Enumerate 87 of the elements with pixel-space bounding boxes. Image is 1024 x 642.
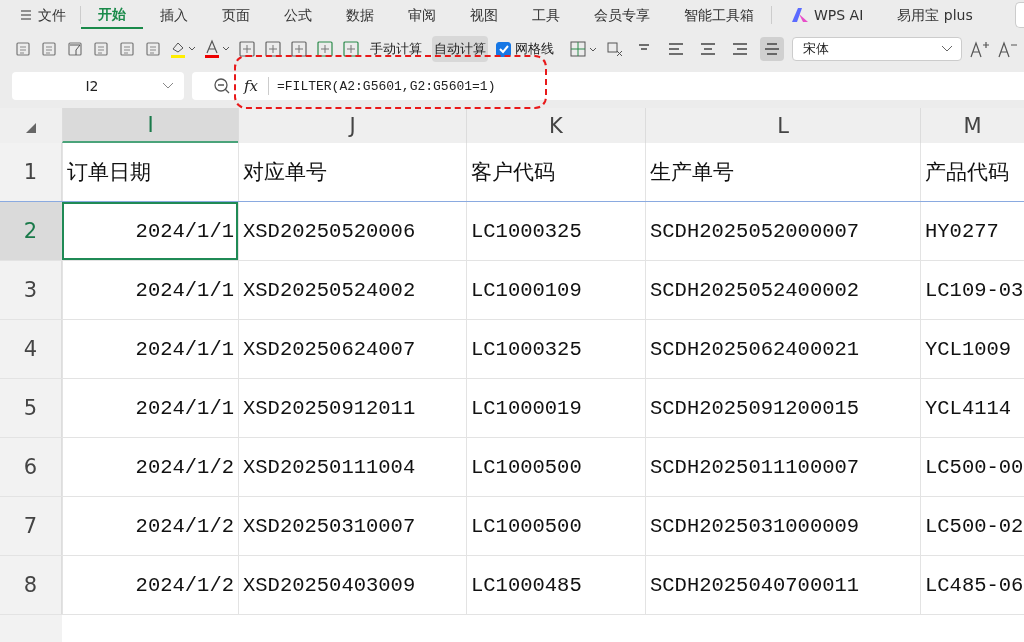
column-header[interactable]: M — [920, 108, 1024, 143]
table-grid-icon[interactable] — [570, 40, 598, 58]
table-cell-text: 订单日期 — [67, 161, 151, 186]
table-cell-text: 产品代码 — [925, 160, 1009, 186]
table-cell: HY0277 — [925, 219, 999, 243]
ai-logo-icon — [792, 8, 808, 22]
zoom-out-icon[interactable] — [214, 78, 230, 94]
ribbon-tab[interactable]: 视图 — [453, 1, 515, 29]
table-cell: 2024/1/2 — [135, 514, 234, 538]
table-cell: XSD20250624007 — [243, 337, 416, 361]
table-cell: 2024/1/1 — [135, 337, 234, 361]
table-cell: SCDH2025040700011 — [650, 573, 860, 597]
table-cell: LC500-00 — [925, 455, 1024, 479]
table-cell: YCL4114 — [925, 396, 1012, 420]
ribbon-tab[interactable]: 智能工具箱 — [667, 1, 771, 29]
ribbon-tab[interactable]: 数据 — [329, 1, 391, 29]
table-cell-text: 生产单号 — [650, 160, 734, 186]
file-menu[interactable]: 文件 — [20, 6, 81, 24]
table-cell: LC1000325 — [471, 337, 582, 361]
column-header[interactable]: K — [466, 108, 645, 143]
table-cell: XSD20250111004 — [243, 455, 416, 479]
table-cell: LC1000019 — [471, 396, 582, 420]
table-cell: LC1000109 — [471, 278, 582, 302]
auto-calculation-button[interactable]: 自动计算 — [432, 36, 488, 62]
table-cell: SCDH2025011100007 — [650, 455, 860, 479]
table-cell: 2024/1/1 — [135, 278, 234, 302]
table-style-icon[interactable] — [316, 40, 334, 58]
align-icon — [764, 42, 780, 56]
decrease-font-size-icon[interactable] — [998, 40, 1018, 58]
table-cell: SCDH2025062400021 — [650, 337, 860, 361]
align-icon — [700, 42, 716, 56]
table-cell: YCL1009 — [925, 337, 1012, 361]
ribbon-tab[interactable]: 开始 — [81, 1, 143, 29]
name-box[interactable]: I2 — [12, 72, 184, 100]
table-cell: SCDH2025091200015 — [650, 396, 860, 420]
menu-icon — [20, 10, 32, 20]
caret-icon — [941, 45, 953, 53]
row-header[interactable]: 2 — [0, 202, 62, 260]
ribbon-tab[interactable]: 会员专享 — [577, 1, 667, 29]
ribbon-tab[interactable]: 审阅 — [391, 1, 453, 29]
table-cell: XSD20250520006 — [243, 219, 416, 243]
table-cell: XSD20250524002 — [243, 278, 416, 302]
table-cell-text: 客户代码 — [471, 160, 555, 186]
table-cell: LC500-02 — [925, 514, 1024, 538]
font-color-icon[interactable] — [204, 39, 230, 59]
table-cell: SCDH2025052000007 — [650, 219, 860, 243]
function-button[interactable]: fx — [244, 77, 269, 95]
search-field[interactable] — [1015, 2, 1024, 28]
table-cell: XSD20250310007 — [243, 514, 416, 538]
align-icon — [732, 42, 748, 56]
ribbon-tab[interactable]: 页面 — [205, 1, 267, 29]
increase-font-size-icon[interactable] — [970, 40, 990, 58]
font-dropdown[interactable]: 宋体 — [792, 37, 962, 61]
table-cell: 2024/1/1 — [135, 396, 234, 420]
table-cell: LC109-03 — [925, 278, 1024, 302]
column-header[interactable]: L — [645, 108, 920, 143]
table-cell: 2024/1/1 — [135, 219, 234, 243]
table-cell: LC1000485 — [471, 573, 582, 597]
table-cell: SCDH2025031000009 — [650, 514, 860, 538]
ribbon-tab[interactable]: 插入 — [143, 1, 205, 29]
table-cell: LC1000500 — [471, 514, 582, 538]
column-header[interactable]: J — [238, 108, 466, 143]
align-icon — [668, 42, 684, 56]
clear-format-icon[interactable] — [606, 40, 624, 58]
ribbon-tab[interactable]: 公式 — [267, 1, 329, 29]
table-cell: LC1000325 — [471, 219, 582, 243]
table-cell: LC1000500 — [471, 455, 582, 479]
table-cell: XSD20250912011 — [243, 396, 416, 420]
manual-calculation-button[interactable]: 手动计算 — [368, 36, 424, 62]
ribbon-tab[interactable]: WPS AI — [771, 6, 881, 24]
table-cell: 2024/1/2 — [135, 455, 234, 479]
filter-icon[interactable] — [66, 40, 84, 58]
formula-input[interactable]: =FILTER(A2:G5601,G2:G5601=1) — [277, 78, 496, 94]
corner-triangle-icon — [26, 123, 36, 133]
ribbon-tab[interactable]: 工具 — [515, 1, 577, 29]
table-cell: SCDH2025052400002 — [650, 278, 860, 302]
table-cell: 2024/1/2 — [135, 573, 234, 597]
gridlines-checkbox[interactable] — [496, 41, 511, 57]
column-header[interactable]: I — [62, 108, 238, 143]
table-cell: XSD20250403009 — [243, 573, 416, 597]
insert-cells-icon[interactable] — [342, 40, 360, 58]
align-button[interactable] — [760, 37, 784, 61]
gridlines-label: 网格线 — [515, 40, 554, 58]
table-cell: LC485-06 — [925, 573, 1024, 597]
ribbon-tab[interactable]: 易用宝 plus — [880, 1, 990, 29]
caret-icon — [162, 82, 174, 90]
table-cell-text: 对应单号 — [243, 160, 327, 186]
